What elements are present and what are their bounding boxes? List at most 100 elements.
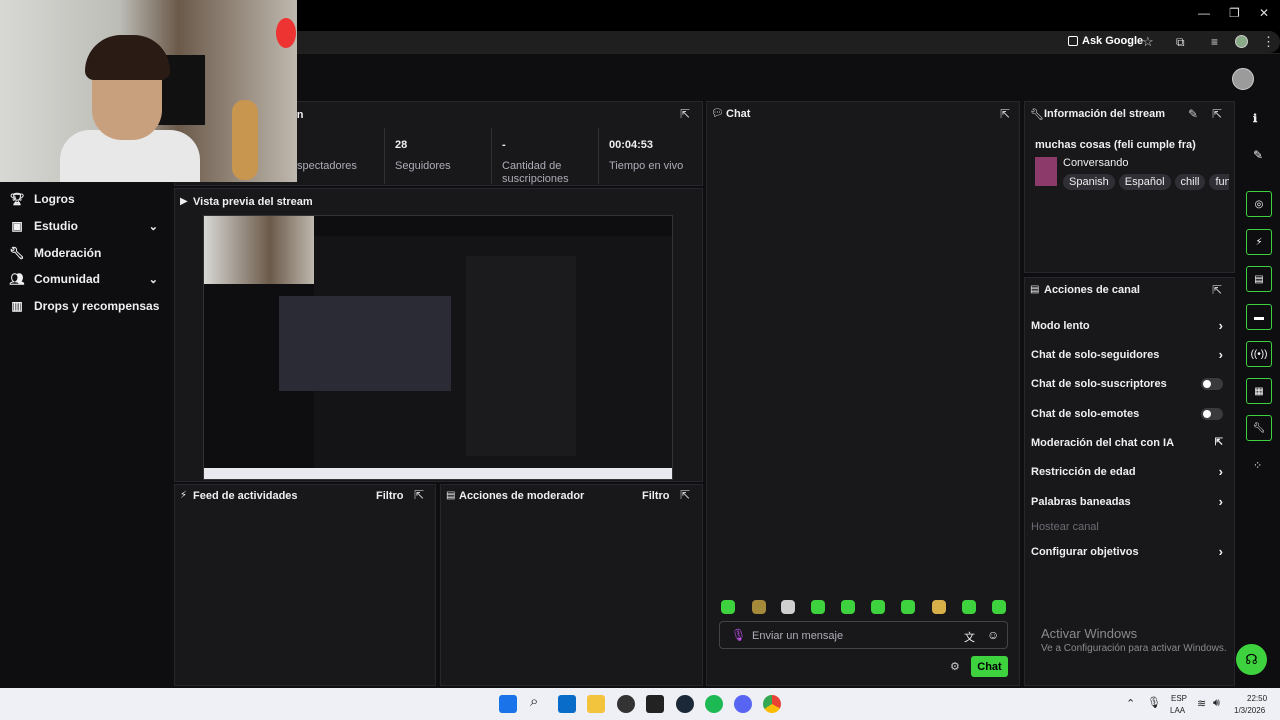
- tag[interactable]: Spanish: [1063, 174, 1115, 190]
- restore-icon[interactable]: ❐: [1229, 6, 1240, 20]
- popout-icon[interactable]: ⇱: [1212, 107, 1222, 121]
- action-ai-moderation[interactable]: Moderación del chat con IA ⇱: [1031, 437, 1231, 449]
- media-controls-icon[interactable]: ≡: [1211, 35, 1218, 49]
- more-actions-icon[interactable]: ⁘: [1253, 459, 1262, 472]
- wifi-icon[interactable]: ≋: [1197, 697, 1206, 710]
- clock-date[interactable]: 1/3/2026: [1234, 706, 1265, 715]
- quick-action-clip[interactable]: ◎: [1246, 191, 1272, 217]
- translate-icon[interactable]: 文: [964, 629, 975, 645]
- extensions-icon[interactable]: ⧉: [1176, 35, 1185, 50]
- close-icon[interactable]: ✕: [1259, 6, 1269, 20]
- emote[interactable]: [811, 600, 825, 614]
- user-avatar[interactable]: [1232, 68, 1254, 90]
- chevron-right-icon: ›: [1218, 464, 1223, 479]
- volume-icon[interactable]: 🔊︎: [1213, 697, 1220, 710]
- stream-preview-video[interactable]: [203, 215, 673, 480]
- chat-send-button[interactable]: Chat: [971, 656, 1008, 677]
- activity-feed-panel: [174, 484, 436, 686]
- tag[interactable]: funn: [1209, 174, 1229, 190]
- sidebar-item-logros[interactable]: 🏆︎ Logros: [0, 186, 172, 212]
- app-icon[interactable]: [617, 695, 635, 713]
- sidebar-item-comunidad[interactable]: 👥︎ Comunidad ⌄: [0, 266, 172, 292]
- search-icon[interactable]: ⌕: [530, 693, 538, 710]
- quick-action-lightning[interactable]: ⚡︎: [1246, 229, 1272, 255]
- popout-icon[interactable]: ⇱: [680, 488, 690, 502]
- stat-uptime-label: Tiempo en vivo: [609, 160, 684, 172]
- sidebar-item-estudio[interactable]: ▣ Estudio ⌄: [0, 213, 172, 239]
- action-banned-words[interactable]: Palabras baneadas ›: [1031, 494, 1231, 509]
- emoji-icon[interactable]: ☺: [987, 628, 999, 642]
- emote[interactable]: [992, 600, 1006, 614]
- external-link-icon: ⇱: [1214, 437, 1223, 448]
- emote[interactable]: [721, 600, 735, 614]
- tag[interactable]: Español: [1118, 174, 1171, 190]
- emote[interactable]: [871, 600, 885, 614]
- popout-icon[interactable]: ⇱: [1212, 283, 1222, 297]
- action-label: Configurar objetivos: [1031, 546, 1139, 558]
- action-host-channel: Hostear canal: [1031, 521, 1231, 533]
- action-age-restriction[interactable]: Restricción de edad ›: [1031, 464, 1231, 479]
- discord-icon[interactable]: [734, 695, 752, 713]
- emote[interactable]: [781, 600, 795, 614]
- toggle-switch[interactable]: [1201, 378, 1223, 390]
- store-icon[interactable]: [558, 695, 576, 713]
- quick-action-layout[interactable]: ▦: [1246, 378, 1272, 404]
- popout-icon[interactable]: ⇱: [1000, 107, 1010, 121]
- bookmark-star-icon[interactable]: ☆: [1142, 34, 1154, 50]
- spotify-icon[interactable]: [705, 695, 723, 713]
- toggle-switch[interactable]: [1201, 408, 1223, 420]
- folder-icon[interactable]: [587, 695, 605, 713]
- lang-secondary[interactable]: LAA: [1170, 706, 1185, 715]
- profile-avatar[interactable]: [1235, 35, 1248, 48]
- stat-subs-label: Cantidad de suscripciones: [502, 160, 569, 185]
- sidebar-item-label: Moderación: [34, 246, 102, 260]
- microphone-icon[interactable]: 🎙︎: [731, 628, 746, 642]
- browser-menu-icon[interactable]: ⋮: [1262, 34, 1275, 50]
- quick-action-chat[interactable]: ▬: [1246, 304, 1272, 330]
- chevron-right-icon: ›: [1218, 318, 1223, 333]
- category-boxart[interactable]: [1035, 157, 1057, 186]
- sidebar-item-moderacion[interactable]: 🔧︎ Moderación: [0, 240, 172, 266]
- info-icon[interactable]: ℹ︎: [1253, 112, 1257, 125]
- action-slow-mode[interactable]: Modo lento ›: [1031, 318, 1231, 333]
- quick-action-broadcast[interactable]: ((•)): [1246, 341, 1272, 367]
- mod-filter-button[interactable]: Filtro: [642, 490, 670, 502]
- minimize-icon[interactable]: —: [1198, 6, 1210, 20]
- pencil-icon[interactable]: ✎: [1253, 148, 1263, 162]
- emote[interactable]: [841, 600, 855, 614]
- clock-time[interactable]: 22:50: [1247, 694, 1267, 703]
- emote[interactable]: [962, 600, 976, 614]
- chat-icon: 💬︎: [711, 108, 724, 119]
- action-label: Modo lento: [1031, 320, 1090, 332]
- ask-google-button[interactable]: Ask Google: [1082, 35, 1143, 47]
- lang-primary[interactable]: ESP: [1171, 694, 1187, 703]
- category-name[interactable]: Conversando: [1063, 157, 1128, 169]
- epic-games-icon[interactable]: [646, 695, 664, 713]
- pencil-icon[interactable]: ✎: [1188, 107, 1198, 121]
- emote[interactable]: [932, 600, 946, 614]
- popout-icon[interactable]: ⇱: [680, 107, 690, 121]
- action-emotes-only[interactable]: Chat de solo-emotes: [1031, 408, 1231, 420]
- steam-icon[interactable]: [676, 695, 694, 713]
- sidebar-item-drops[interactable]: ▥ Drops y recompensas: [0, 293, 172, 319]
- lens-icon[interactable]: [1068, 36, 1078, 46]
- mic-tray-icon[interactable]: 🎙︎: [1147, 696, 1161, 709]
- action-goals[interactable]: Configurar objetivos ›: [1031, 544, 1231, 559]
- quick-action-wrench[interactable]: 🔧︎: [1246, 415, 1272, 441]
- help-button[interactable]: ☊: [1236, 644, 1267, 675]
- stat-viewers-label: spectadores: [297, 160, 357, 172]
- emote[interactable]: [901, 600, 915, 614]
- lightning-icon: ⚡︎: [180, 490, 188, 501]
- emote[interactable]: [752, 600, 766, 614]
- popout-icon[interactable]: ⇱: [414, 488, 424, 502]
- action-subs-only[interactable]: Chat de solo-suscriptores: [1031, 378, 1231, 390]
- settings-gear-icon[interactable]: ⚙︎: [950, 660, 960, 673]
- action-followers-only[interactable]: Chat de solo-seguidores ›: [1031, 347, 1231, 362]
- chrome-icon[interactable]: [763, 695, 781, 713]
- tray-chevron-icon[interactable]: ⌃: [1126, 697, 1135, 710]
- tag[interactable]: chill: [1174, 174, 1206, 190]
- quick-action-note[interactable]: ▤: [1246, 266, 1272, 292]
- chevron-right-icon: ›: [1218, 494, 1223, 509]
- windows-start-icon[interactable]: [499, 695, 517, 713]
- feed-filter-button[interactable]: Filtro: [376, 490, 404, 502]
